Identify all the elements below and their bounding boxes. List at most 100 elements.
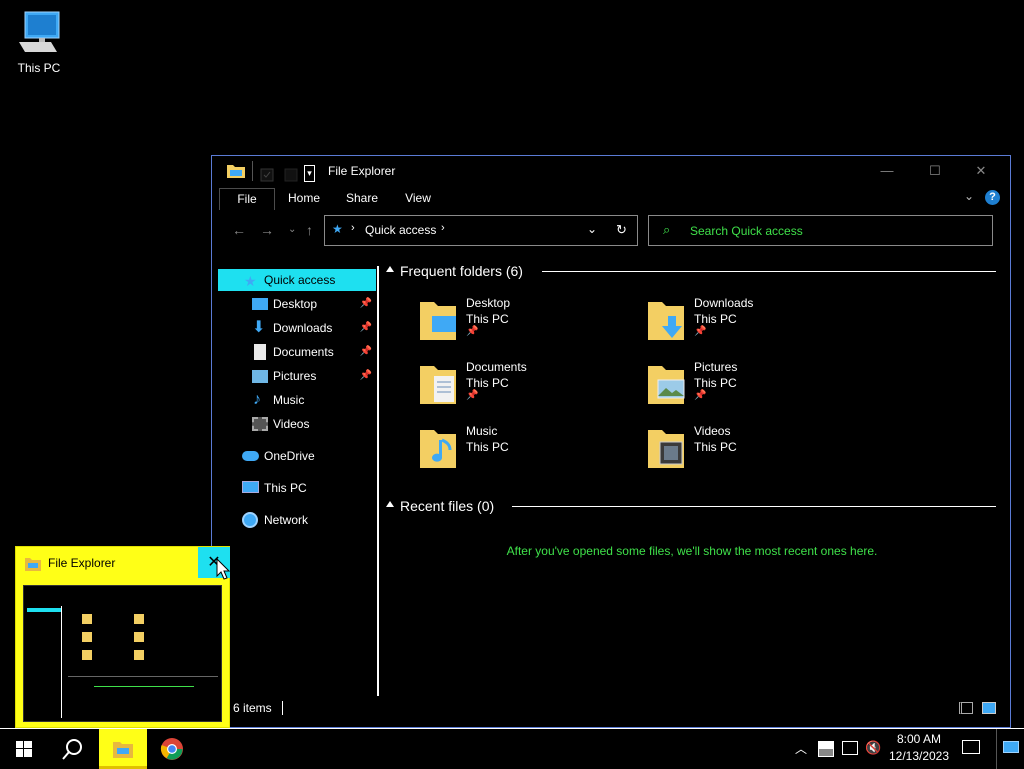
start-button[interactable] bbox=[0, 729, 48, 769]
sidebar-item-this-pc[interactable]: This PC bbox=[218, 477, 376, 499]
search-icon: ⌕ bbox=[663, 222, 671, 237]
desktop-icon bbox=[252, 298, 268, 310]
help-icon[interactable]: ? bbox=[985, 190, 1000, 205]
folder-tile-pictures[interactable]: Pictures This PC 📌 bbox=[646, 360, 846, 416]
tab-share[interactable]: Share bbox=[340, 188, 384, 210]
close-button[interactable]: ✕ bbox=[958, 158, 1004, 184]
title-bar[interactable]: ▾ File Explorer — ☐ ✕ bbox=[212, 156, 1010, 186]
folder-location: This PC bbox=[466, 312, 509, 326]
content-pane: Frequent folders (6) Desktop This PC 📌 D… bbox=[382, 260, 1002, 680]
ribbon: File Home Share View ⌄ ? bbox=[212, 186, 1010, 210]
music-folder-icon bbox=[420, 430, 456, 468]
breadcrumb-chevron-icon[interactable]: › bbox=[441, 222, 445, 234]
sidebar-item-documents[interactable]: Documents 📌 bbox=[218, 341, 376, 363]
desktop-icon-this-pc[interactable]: This PC bbox=[14, 8, 64, 75]
maximize-button[interactable]: ☐ bbox=[912, 158, 958, 184]
pane-divider[interactable] bbox=[377, 266, 379, 696]
tab-home[interactable]: Home bbox=[282, 188, 326, 210]
minimize-button[interactable]: — bbox=[864, 158, 910, 184]
sidebar-item-videos[interactable]: Videos bbox=[218, 413, 376, 435]
back-arrow-icon[interactable]: ← bbox=[232, 222, 246, 238]
taskbar-app-file-explorer[interactable] bbox=[99, 729, 147, 769]
new-folder-icon[interactable] bbox=[284, 166, 298, 184]
file-explorer-icon bbox=[113, 742, 133, 758]
star-icon: ★ bbox=[244, 273, 257, 289]
sidebar-item-label: Documents bbox=[273, 345, 334, 359]
folder-tile-music[interactable]: Music This PC bbox=[418, 424, 618, 480]
chrome-icon bbox=[160, 738, 183, 760]
folder-tile-desktop[interactable]: Desktop This PC 📌 bbox=[418, 296, 618, 352]
folder-name: Desktop bbox=[466, 296, 511, 310]
properties-icon[interactable] bbox=[260, 166, 274, 184]
sidebar-item-network[interactable]: Network bbox=[218, 509, 376, 531]
details-view-icon[interactable] bbox=[959, 702, 973, 714]
sidebar-item-pictures[interactable]: Pictures 📌 bbox=[218, 365, 376, 387]
sidebar-item-music[interactable]: ♪ Music bbox=[218, 389, 376, 411]
notification-icon bbox=[962, 740, 980, 754]
frequent-folders-header[interactable]: Frequent folders (6) bbox=[382, 263, 1002, 283]
computer-icon bbox=[242, 481, 259, 493]
folder-tile-documents[interactable]: Documents This PC 📌 bbox=[418, 360, 618, 416]
folder-name: Videos bbox=[694, 424, 731, 438]
forward-arrow-icon[interactable]: → bbox=[260, 222, 274, 238]
search-box[interactable]: ⌕ Search Quick access bbox=[648, 215, 993, 246]
breadcrumb-quick-access[interactable]: Quick access bbox=[365, 223, 436, 237]
music-note-icon: ♪ bbox=[253, 391, 261, 408]
folder-name: Music bbox=[466, 424, 498, 438]
clock-date: 12/13/2023 bbox=[888, 749, 950, 763]
folder-icon bbox=[227, 165, 245, 178]
videos-folder-icon bbox=[648, 430, 684, 468]
downloads-folder-icon bbox=[648, 302, 684, 340]
folder-tile-downloads[interactable]: Downloads This PC 📌 bbox=[646, 296, 846, 352]
search-input[interactable]: Search Quick access bbox=[690, 224, 803, 238]
video-icon bbox=[252, 417, 268, 431]
taskbar-thumbnail-preview[interactable]: File Explorer ✕ bbox=[15, 546, 230, 728]
status-bar: 6 items bbox=[212, 696, 1010, 722]
file-explorer-window[interactable]: ▾ File Explorer — ☐ ✕ File Home Share Vi… bbox=[211, 155, 1011, 728]
show-desktop-button[interactable] bbox=[996, 729, 1024, 769]
recent-locations-icon[interactable]: ⌄ bbox=[288, 224, 296, 235]
sidebar-item-label: Network bbox=[264, 513, 309, 527]
sidebar-item-downloads[interactable]: ⬇ Downloads 📌 bbox=[218, 317, 376, 339]
breadcrumb-separator-icon: › bbox=[351, 222, 355, 234]
frequent-folders-heading: Frequent folders (6) bbox=[400, 263, 523, 279]
up-arrow-icon[interactable]: ↑ bbox=[306, 222, 313, 238]
clock[interactable]: 8:00 AM 12/13/2023 bbox=[886, 729, 952, 769]
search-taskbar-button[interactable] bbox=[48, 729, 96, 769]
cloud-icon bbox=[242, 451, 259, 461]
recent-files-header[interactable]: Recent files (0) bbox=[382, 498, 1002, 518]
action-center-button[interactable] bbox=[956, 729, 986, 769]
server-manager-icon bbox=[818, 741, 834, 757]
folder-location: This PC bbox=[694, 312, 737, 326]
sidebar-item-desktop[interactable]: Desktop 📌 bbox=[218, 293, 376, 315]
show-hidden-icons-button[interactable]: ︿ bbox=[790, 729, 814, 769]
chevron-up-icon: ︿ bbox=[795, 742, 808, 756]
volume-tray-button[interactable]: 🔇 bbox=[862, 729, 886, 769]
large-icons-view-icon[interactable] bbox=[982, 702, 996, 714]
tray-app-icon[interactable] bbox=[814, 729, 838, 769]
picture-icon bbox=[252, 370, 268, 383]
address-dropdown-icon[interactable]: ⌄ bbox=[587, 222, 597, 236]
network-tray-icon bbox=[842, 741, 858, 755]
folder-location: This PC bbox=[466, 440, 509, 454]
clock-time: 8:00 AM bbox=[896, 732, 942, 746]
network-tray-button[interactable] bbox=[838, 729, 862, 769]
sidebar-item-quick-access[interactable]: ★ Quick access bbox=[218, 269, 376, 291]
collapse-icon bbox=[386, 266, 394, 272]
customize-quick-access-toolbar[interactable]: ▾ bbox=[304, 165, 315, 182]
thumbnail-title: File Explorer bbox=[48, 556, 116, 570]
tab-file[interactable]: File bbox=[219, 188, 275, 210]
folder-location: This PC bbox=[694, 440, 737, 454]
document-icon bbox=[254, 344, 266, 360]
expand-ribbon-icon[interactable]: ⌄ bbox=[964, 189, 974, 203]
sidebar-item-label: Desktop bbox=[273, 297, 318, 311]
sidebar-item-onedrive[interactable]: OneDrive bbox=[218, 445, 376, 467]
address-bar[interactable]: ★ › Quick access › ⌄ ↻ bbox=[324, 215, 638, 246]
refresh-icon[interactable]: ↻ bbox=[616, 222, 627, 238]
folder-tile-videos[interactable]: Videos This PC bbox=[646, 424, 846, 480]
desktop-folder-icon bbox=[420, 302, 456, 340]
pin-icon: 📌 bbox=[359, 298, 372, 309]
taskbar-app-chrome[interactable] bbox=[148, 729, 196, 769]
tab-view[interactable]: View bbox=[398, 188, 438, 210]
pin-icon: 📌 bbox=[694, 326, 707, 337]
